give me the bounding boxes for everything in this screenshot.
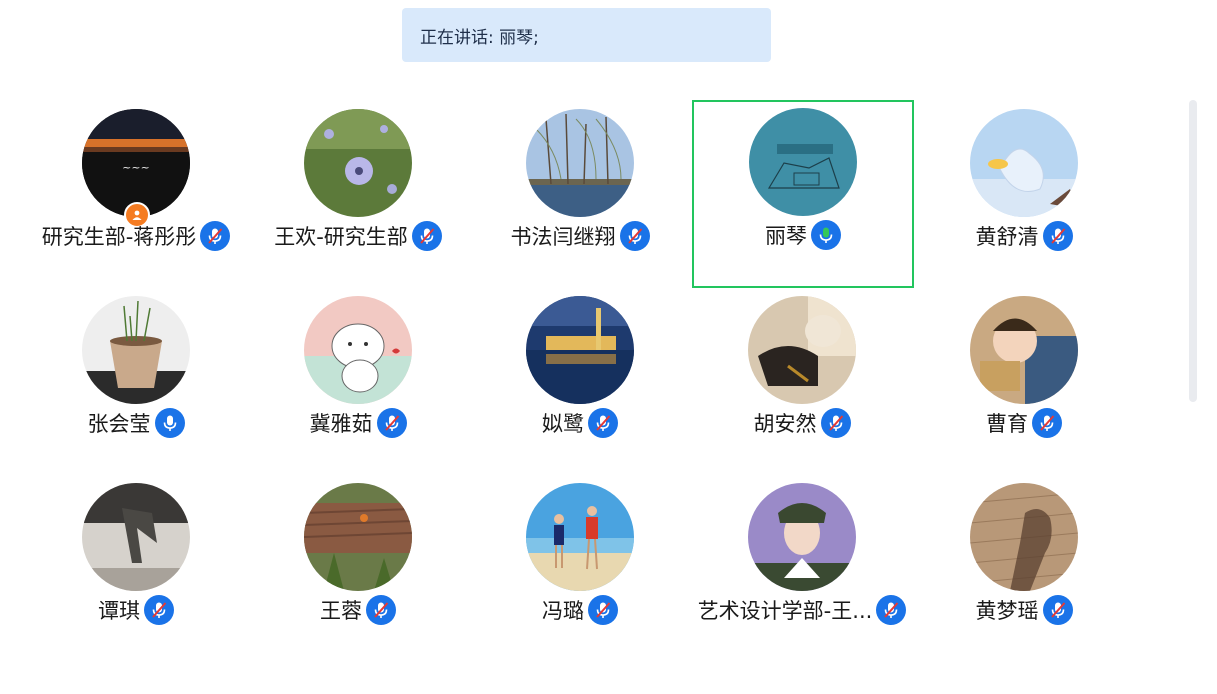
avatar bbox=[526, 109, 634, 217]
participant-tile[interactable]: 冀雅茹 bbox=[247, 288, 469, 475]
avatar bbox=[82, 483, 190, 591]
mic-muted-icon[interactable] bbox=[1032, 408, 1062, 438]
plants-wood-photo bbox=[304, 483, 412, 591]
participant-tile[interactable]: 王欢-研究生部 bbox=[247, 101, 469, 288]
participant-tile[interactable]: 曹育 bbox=[913, 288, 1135, 475]
participant-name: 艺术设计学部-王... bbox=[697, 599, 873, 623]
avatar bbox=[526, 483, 634, 591]
speaking-banner: 正在讲话: 丽琴; bbox=[402, 8, 771, 62]
participant-tile[interactable]: ~~~ 研究生部-蒋彤彤 bbox=[25, 101, 247, 288]
avatar bbox=[749, 108, 857, 216]
night-sky-calligraphy-photo: ~~~ bbox=[82, 109, 190, 217]
name-row: 曹育 bbox=[913, 408, 1135, 438]
sky-swan-illustration bbox=[970, 109, 1078, 217]
mic-muted-icon[interactable] bbox=[820, 408, 851, 438]
avatar bbox=[970, 483, 1078, 591]
name-row: 姒鹭 bbox=[469, 408, 691, 438]
mic-muted-icon[interactable] bbox=[411, 221, 442, 251]
participant-tile[interactable]: 黄舒清 bbox=[913, 101, 1135, 288]
participant-name: 张会莹 bbox=[87, 412, 151, 436]
name-row: 丽琴 bbox=[694, 220, 912, 250]
participant-tile-active[interactable]: 丽琴 bbox=[692, 100, 914, 288]
avatar bbox=[970, 296, 1078, 404]
name-row: 王蓉 bbox=[247, 595, 469, 625]
mic-on-icon[interactable] bbox=[154, 408, 185, 438]
participant-tile[interactable]: 谭琪 bbox=[25, 475, 247, 662]
name-row: 王欢-研究生部 bbox=[247, 221, 469, 251]
participant-name: 黄舒清 bbox=[975, 225, 1039, 249]
name-row: 艺术设计学部-王... bbox=[691, 595, 913, 625]
kids-on-beach-photo bbox=[526, 483, 634, 591]
participant-tile[interactable]: 书法闫继翔 bbox=[469, 101, 691, 288]
mic-muted-icon[interactable] bbox=[588, 408, 618, 438]
avatar bbox=[970, 109, 1078, 217]
mic-muted-icon[interactable] bbox=[376, 408, 407, 438]
participant-name: 冯璐 bbox=[542, 599, 584, 623]
avatar bbox=[304, 296, 412, 404]
dog-and-person-photo bbox=[748, 296, 856, 404]
participant-name: 黄梦瑶 bbox=[975, 599, 1039, 623]
avatar bbox=[748, 483, 856, 591]
mic-muted-icon[interactable] bbox=[588, 595, 618, 625]
participant-name: 丽琴 bbox=[765, 224, 807, 248]
avatar bbox=[304, 483, 412, 591]
avatar bbox=[748, 296, 856, 404]
mic-muted-icon[interactable] bbox=[619, 221, 650, 251]
mic-muted-icon[interactable] bbox=[144, 595, 174, 625]
name-row: 冯璐 bbox=[469, 595, 691, 625]
participant-name: 姒鹭 bbox=[542, 412, 584, 436]
participant-name: 书法闫继翔 bbox=[510, 225, 616, 249]
participant-name: 胡安然 bbox=[753, 412, 817, 436]
participant-tile[interactable]: 冯璐 bbox=[469, 475, 691, 662]
avatar bbox=[304, 109, 412, 217]
participant-tile[interactable]: 艺术设计学部-王... bbox=[691, 475, 913, 662]
baby-photo bbox=[970, 296, 1078, 404]
blue-flower-photo bbox=[304, 109, 412, 217]
mic-muted-icon[interactable] bbox=[1042, 595, 1073, 625]
portrait-illustration bbox=[748, 483, 856, 591]
willow-lake-photo bbox=[526, 109, 634, 217]
participant-tile[interactable]: 张会莹 bbox=[25, 288, 247, 475]
name-row: 张会莹 bbox=[25, 408, 247, 438]
name-row: 谭琪 bbox=[25, 595, 247, 625]
person-icon bbox=[132, 210, 142, 220]
participant-name: 研究生部-蒋彤彤 bbox=[41, 225, 197, 249]
avatar bbox=[82, 296, 190, 404]
participant-tile[interactable]: 黄梦瑶 bbox=[913, 475, 1135, 662]
mosque-reflection-photo bbox=[526, 296, 634, 404]
book-cover-photo bbox=[749, 108, 857, 216]
participant-name: 王欢-研究生部 bbox=[274, 225, 408, 249]
mic-muted-icon[interactable] bbox=[366, 595, 396, 625]
mic-muted-icon[interactable] bbox=[876, 595, 907, 625]
mic-muted-icon[interactable] bbox=[1042, 221, 1073, 251]
name-row: 研究生部-蒋彤彤 bbox=[25, 221, 247, 251]
name-row: 黄梦瑶 bbox=[913, 595, 1135, 625]
speaking-label: 正在讲话: 丽琴; bbox=[420, 27, 539, 48]
cartoon-cat-illustration bbox=[304, 296, 412, 404]
participant-name: 冀雅茹 bbox=[309, 412, 373, 436]
avatar: ~~~ bbox=[82, 109, 190, 217]
svg-text:~~~: ~~~ bbox=[122, 161, 150, 174]
name-row: 冀雅茹 bbox=[247, 408, 469, 438]
participant-name: 谭琪 bbox=[98, 599, 140, 623]
name-row: 黄舒清 bbox=[913, 221, 1135, 251]
participant-tile[interactable]: 王蓉 bbox=[247, 475, 469, 662]
participant-tile[interactable]: 胡安然 bbox=[691, 288, 913, 475]
participant-name: 曹育 bbox=[986, 412, 1028, 436]
potted-seedlings-photo bbox=[82, 296, 190, 404]
vertical-scrollbar[interactable] bbox=[1189, 100, 1197, 402]
participant-tile[interactable]: 姒鹭 bbox=[469, 288, 691, 475]
shadow-wall-photo bbox=[82, 483, 190, 591]
shadow-brick-photo bbox=[970, 483, 1078, 591]
name-row: 胡安然 bbox=[691, 408, 913, 438]
participant-name: 王蓉 bbox=[320, 599, 362, 623]
mic-muted-icon[interactable] bbox=[200, 221, 231, 251]
mic-speaking-icon[interactable] bbox=[811, 220, 841, 250]
avatar bbox=[526, 296, 634, 404]
name-row: 书法闫继翔 bbox=[469, 221, 691, 251]
